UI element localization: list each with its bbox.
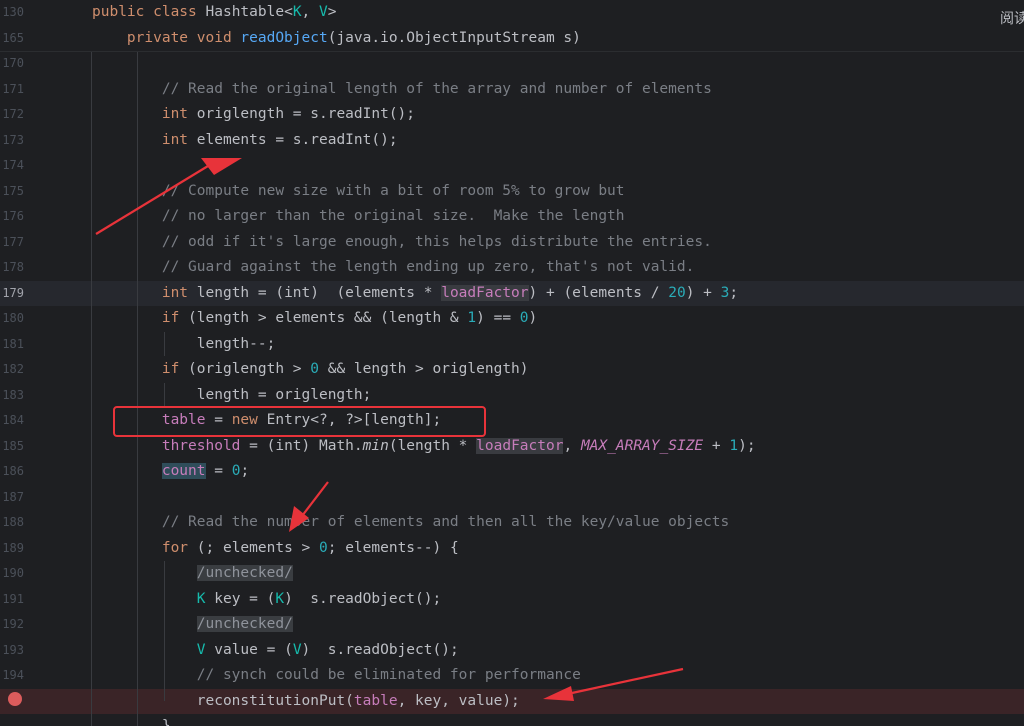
code-editor[interactable]: 130 public class Hashtable<K, V> 165 priva… bbox=[0, 0, 1024, 726]
annotation-arrow bbox=[543, 667, 684, 701]
annotation-arrow bbox=[289, 481, 329, 532]
annotation-arrows bbox=[95, 158, 684, 701]
annotation-arrow bbox=[95, 158, 242, 235]
